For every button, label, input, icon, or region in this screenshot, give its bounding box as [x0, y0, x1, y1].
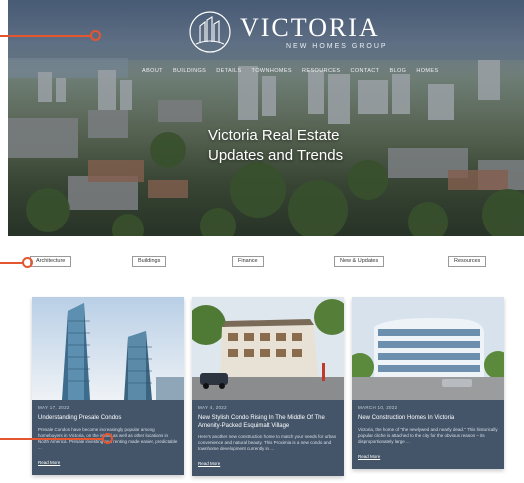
card-excerpt: Victoria, the home of "the newlywed and …	[358, 426, 498, 444]
tab-news-updates[interactable]: New & Updates	[334, 256, 385, 267]
card-date: MAY 4, 2022	[198, 405, 227, 410]
blog-card[interactable]: MARCH 10, 2022 New Construction Homes In…	[352, 297, 504, 469]
towers-photo	[32, 297, 184, 400]
nav-item-resources[interactable]: RESOURCES	[302, 68, 340, 74]
nav-item-townhomes[interactable]: TOWNHOMES	[252, 68, 292, 74]
blog-card[interactable]: MAY 17, 2022 Understanding Presale Condo…	[32, 297, 184, 475]
card-image	[192, 297, 344, 400]
card-date: MAY 17, 2022	[38, 405, 70, 410]
callout-line	[0, 35, 92, 37]
callout-line	[0, 262, 24, 264]
tab-finance[interactable]: Finance	[232, 256, 264, 267]
hero-title-line-2: Updates and Trends	[208, 147, 344, 164]
nav-item-buildings[interactable]: BUILDINGS	[173, 68, 206, 74]
logo-emblem-icon	[189, 11, 231, 53]
read-more-link[interactable]: Read More	[358, 454, 380, 459]
callout-marker-icon	[90, 30, 101, 41]
hero-title: Victoria Real Estate Updates and Trends	[208, 126, 408, 166]
tab-architecture[interactable]: Architecture	[30, 256, 72, 267]
nav-item-blog[interactable]: BLOG	[389, 68, 406, 74]
nav-item-about[interactable]: ABOUT	[142, 68, 163, 74]
site-logo[interactable]: VICTORIA NEW HOMES GROUP	[188, 10, 388, 54]
category-tabs: Architecture Buildings Finance New & Upd…	[0, 256, 524, 270]
hero-title-line-1: Victoria Real Estate	[208, 127, 340, 144]
card-title[interactable]: Understanding Presale Condos	[38, 415, 178, 423]
callout-marker-icon	[102, 433, 113, 444]
blog-card[interactable]: MAY 4, 2022 New Stylish Condo Rising In …	[192, 297, 344, 476]
tab-buildings[interactable]: Buildings	[132, 256, 167, 267]
tab-resources[interactable]: Resources	[448, 256, 487, 267]
card-image	[352, 297, 504, 400]
nav-item-details[interactable]: DETAILS	[216, 68, 241, 74]
callout-marker-icon	[22, 257, 33, 268]
logo-subtitle: NEW HOMES GROUP	[286, 43, 388, 50]
card-image	[32, 297, 184, 400]
logo-name: VICTORIA	[240, 13, 380, 42]
card-excerpt: Here's another new construction home to …	[198, 434, 337, 451]
nav-item-homes[interactable]: HOMES	[416, 68, 438, 74]
callout-line	[0, 438, 104, 440]
modern-building-photo	[352, 297, 504, 400]
card-title[interactable]: New Stylish Condo Rising In The Middle O…	[198, 415, 338, 430]
read-more-link[interactable]: Read More	[198, 461, 220, 466]
read-more-link[interactable]: Read More	[38, 460, 60, 465]
top-navigation: ABOUT BUILDINGS DETAILS TOWNHOMES RESOUR…	[142, 68, 439, 74]
nav-item-contact[interactable]: CONTACT	[350, 68, 379, 74]
card-date: MARCH 10, 2022	[358, 405, 398, 410]
condo-street-photo	[192, 297, 344, 400]
card-title[interactable]: New Construction Homes In Victoria	[358, 415, 498, 423]
